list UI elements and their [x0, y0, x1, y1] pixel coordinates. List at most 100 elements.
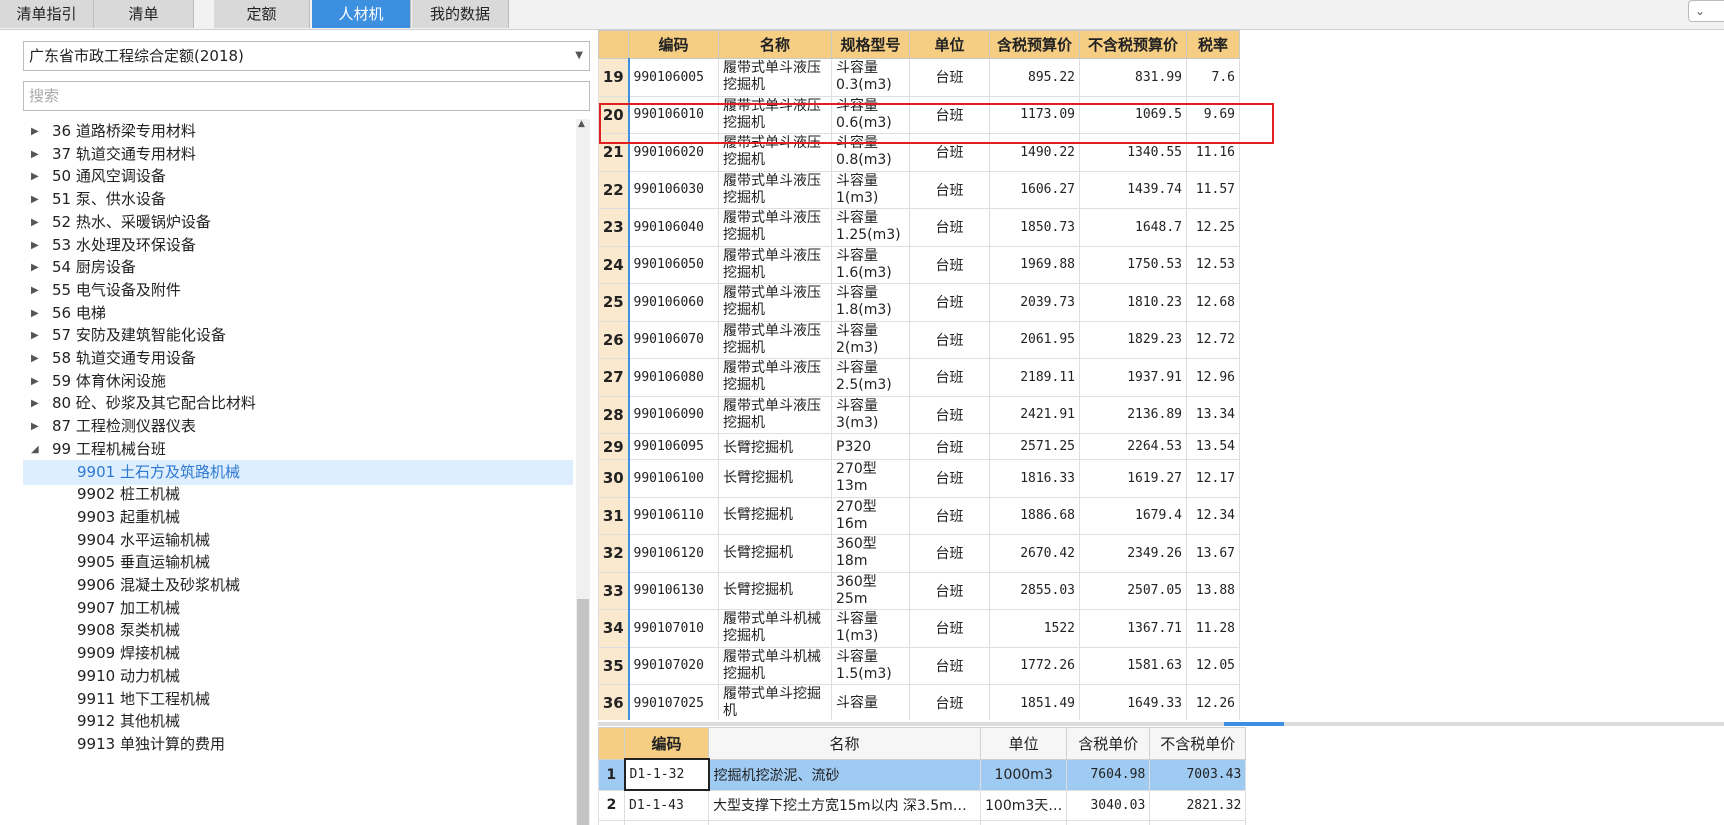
cell-name[interactable]: 履带式单斗液压挖掘机 — [718, 283, 832, 322]
table-row[interactable]: 34 990107010 履带式单斗机械挖掘机 斗容量1(m3) 台班 1522 1367.… — [598, 609, 1240, 648]
tree-item[interactable]: ▶ 57 安防及建筑智能化设备 — [23, 323, 573, 348]
cell-spec[interactable]: 斗容量2.5(m3) — [831, 358, 910, 397]
tree-item[interactable]: ▶ 80 砼、砂浆及其它配合比材料 — [23, 391, 573, 416]
cell-notax-price[interactable]: 2264.53 — [1079, 433, 1187, 460]
tree-item[interactable]: ▶ 36 道路桥梁专用材料 — [23, 119, 573, 144]
cell-notax-price[interactable]: 1679.4 — [1079, 496, 1187, 535]
cell-tax-price[interactable]: 2855.03 — [989, 571, 1080, 610]
cell-name[interactable]: 履带式单斗液压挖掘机 — [718, 208, 832, 247]
cell-name[interactable]: 长臂挖掘机 — [718, 571, 832, 610]
cell-name[interactable]: 履带式单斗液压挖掘机 — [718, 395, 832, 434]
scrollbar-thumb[interactable] — [577, 599, 589, 825]
cell-tax-price[interactable]: 2421.91 — [989, 395, 1080, 434]
caret-right-icon[interactable]: ▶ — [31, 119, 39, 144]
cell-code[interactable]: 990106120 — [628, 534, 719, 573]
cell-tax-price[interactable]: 2039.73 — [989, 283, 1080, 322]
table-row[interactable]: 25 990106060 履带式单斗液压挖掘机 斗容量1.8(m3) 台班 2039.73… — [598, 283, 1240, 322]
cell-code[interactable]: 990106020 — [628, 133, 719, 172]
cell-spec[interactable]: 斗容量2(m3) — [831, 320, 910, 359]
row-index[interactable]: 2 — [598, 789, 625, 821]
cell-code[interactable]: 990106095 — [628, 433, 719, 460]
splitter-grip[interactable] — [1224, 722, 1284, 726]
cell-spec[interactable]: 斗容量1.8(m3) — [831, 283, 910, 322]
cell-code[interactable]: D1-1-43 — [624, 789, 709, 821]
tree-item[interactable]: ▶ 87 工程检测仪器仪表 — [23, 414, 573, 439]
tree-item[interactable]: ▶ 51 泵、供水设备 — [23, 187, 573, 212]
row-index[interactable]: 33 — [598, 571, 630, 610]
cell-spec[interactable]: 斗容量1(m3) — [831, 170, 910, 209]
cell-name[interactable]: 履带式单斗挖掘机 — [718, 684, 832, 720]
caret-right-icon[interactable]: ▶ — [31, 164, 39, 189]
row-index[interactable]: 24 — [598, 245, 630, 284]
cell-name[interactable]: 大型支撑下挖土方宽15m以内 深3.5m… — [708, 789, 981, 821]
caret-right-icon[interactable]: ▶ — [31, 233, 39, 258]
table-row[interactable]: 19 990106005 履带式单斗液压挖掘机 斗容量0.3(m3) 台班 895.22 8… — [598, 58, 1240, 97]
cell-name[interactable]: 履带式单斗液压挖掘机 — [718, 320, 832, 359]
caret-right-icon[interactable]: ▶ — [31, 142, 39, 167]
cell-spec[interactable]: 斗容量3(m3) — [831, 395, 910, 434]
tree-item[interactable]: ▶ 56 电梯 — [23, 301, 573, 326]
cell-code[interactable]: 990106070 — [628, 320, 719, 359]
cell-tax-price[interactable]: 1886.68 — [989, 496, 1080, 535]
cell-rate[interactable]: 12.17 — [1186, 459, 1240, 498]
cell-tax-price[interactable]: 1490.22 — [989, 133, 1080, 172]
cell-notax-price[interactable]: 3099.85 — [1149, 820, 1247, 825]
cell-tax-price[interactable]: 2571.25 — [989, 433, 1080, 460]
cell-tax-price[interactable]: 1522 — [989, 609, 1080, 648]
header-code[interactable]: 编码 — [628, 30, 719, 59]
cell-unit[interactable]: 台班 — [909, 358, 990, 397]
cell-notax-price[interactable]: 1829.23 — [1079, 320, 1187, 359]
cell-rate[interactable]: 12.05 — [1186, 646, 1240, 685]
table-row[interactable]: 21 990106020 履带式单斗液压挖掘机 斗容量0.8(m3) 台班 1490.22… — [598, 133, 1240, 172]
cell-unit[interactable]: 台班 — [909, 534, 990, 573]
cell-spec[interactable]: 270型16m — [831, 496, 910, 535]
cell-unit[interactable]: 1000m3 — [979, 758, 1068, 791]
cell-name[interactable]: 长臂挖掘机 — [718, 496, 832, 535]
tab-list[interactable]: 清单 — [94, 0, 194, 28]
cell-name[interactable]: 履带式单斗机械挖掘机 — [718, 609, 832, 648]
cell-notax-price[interactable]: 1648.7 — [1079, 208, 1187, 247]
cell-spec[interactable]: 270型13m — [831, 459, 910, 498]
cell-unit[interactable]: 台班 — [909, 496, 990, 535]
cell-code[interactable]: 990106010 — [628, 95, 719, 134]
cell-spec[interactable]: P320 — [831, 433, 910, 460]
cell-spec[interactable]: 斗容量1.6(m3) — [831, 245, 910, 284]
header-name[interactable]: 名称 — [708, 727, 981, 760]
cell-tax-price[interactable]: 895.22 — [989, 58, 1080, 97]
cell-unit[interactable]: 台班 — [909, 95, 990, 134]
row-index[interactable]: 29 — [598, 433, 630, 460]
cell-unit[interactable]: 台班 — [909, 684, 990, 720]
caret-right-icon[interactable]: ▶ — [31, 369, 39, 394]
cell-rate[interactable]: 12.26 — [1186, 684, 1240, 720]
cell-rate[interactable]: 12.72 — [1186, 320, 1240, 359]
caret-right-icon[interactable]: ▶ — [31, 278, 39, 303]
cell-rate[interactable]: 11.28 — [1186, 609, 1240, 648]
cell-code[interactable]: 990106090 — [628, 395, 719, 434]
cell-unit[interactable]: 台班 — [909, 320, 990, 359]
caret-right-icon[interactable]: ▶ — [31, 414, 39, 439]
cell-rate[interactable]: 13.34 — [1186, 395, 1240, 434]
table-row[interactable]: 33 990106130 长臂挖掘机 360型25m 台班 2855.03 2507.05 1… — [598, 571, 1240, 610]
cell-tax-price[interactable]: 1173.09 — [989, 95, 1080, 134]
tree-item[interactable]: ▶ 52 热水、采暖锅炉设备 — [23, 210, 573, 235]
cell-notax-price[interactable]: 2136.89 — [1079, 395, 1187, 434]
table-row[interactable]: 29 990106095 长臂挖掘机 P320 台班 2571.25 2264.53 13.5… — [598, 433, 1240, 460]
cell-code[interactable]: 990106040 — [628, 208, 719, 247]
header-unit[interactable]: 单位 — [909, 30, 990, 59]
cell-unit[interactable]: 台班 — [909, 433, 990, 460]
tree-item[interactable]: 9913 单独计算的费用 — [23, 732, 573, 757]
header-code[interactable]: 编码 — [624, 727, 709, 760]
cell-notax-price[interactable]: 2507.05 — [1079, 571, 1187, 610]
header-rate[interactable]: 税率 — [1186, 30, 1240, 59]
cell-unit[interactable]: 台班 — [909, 395, 990, 434]
row-index[interactable]: 1 — [598, 758, 625, 791]
tab-quota[interactable]: 定额 — [214, 0, 310, 28]
row-index[interactable]: 31 — [598, 496, 630, 535]
cell-tax-price[interactable]: 1772.26 — [989, 646, 1080, 685]
cell-spec[interactable]: 斗容量1.25(m3) — [831, 208, 910, 247]
table-row[interactable]: 30 990106100 长臂挖掘机 270型13m 台班 1816.33 1619.27 1… — [598, 459, 1240, 498]
table-row[interactable]: 26 990106070 履带式单斗液压挖掘机 斗容量2(m3) 台班 2061.95 18… — [598, 320, 1240, 359]
tree-item[interactable]: 9907 加工机械 — [23, 596, 573, 621]
cell-name[interactable]: 长臂挖掘机 — [718, 459, 832, 498]
tab-labor-material-machine[interactable]: 人材机 — [312, 0, 411, 28]
